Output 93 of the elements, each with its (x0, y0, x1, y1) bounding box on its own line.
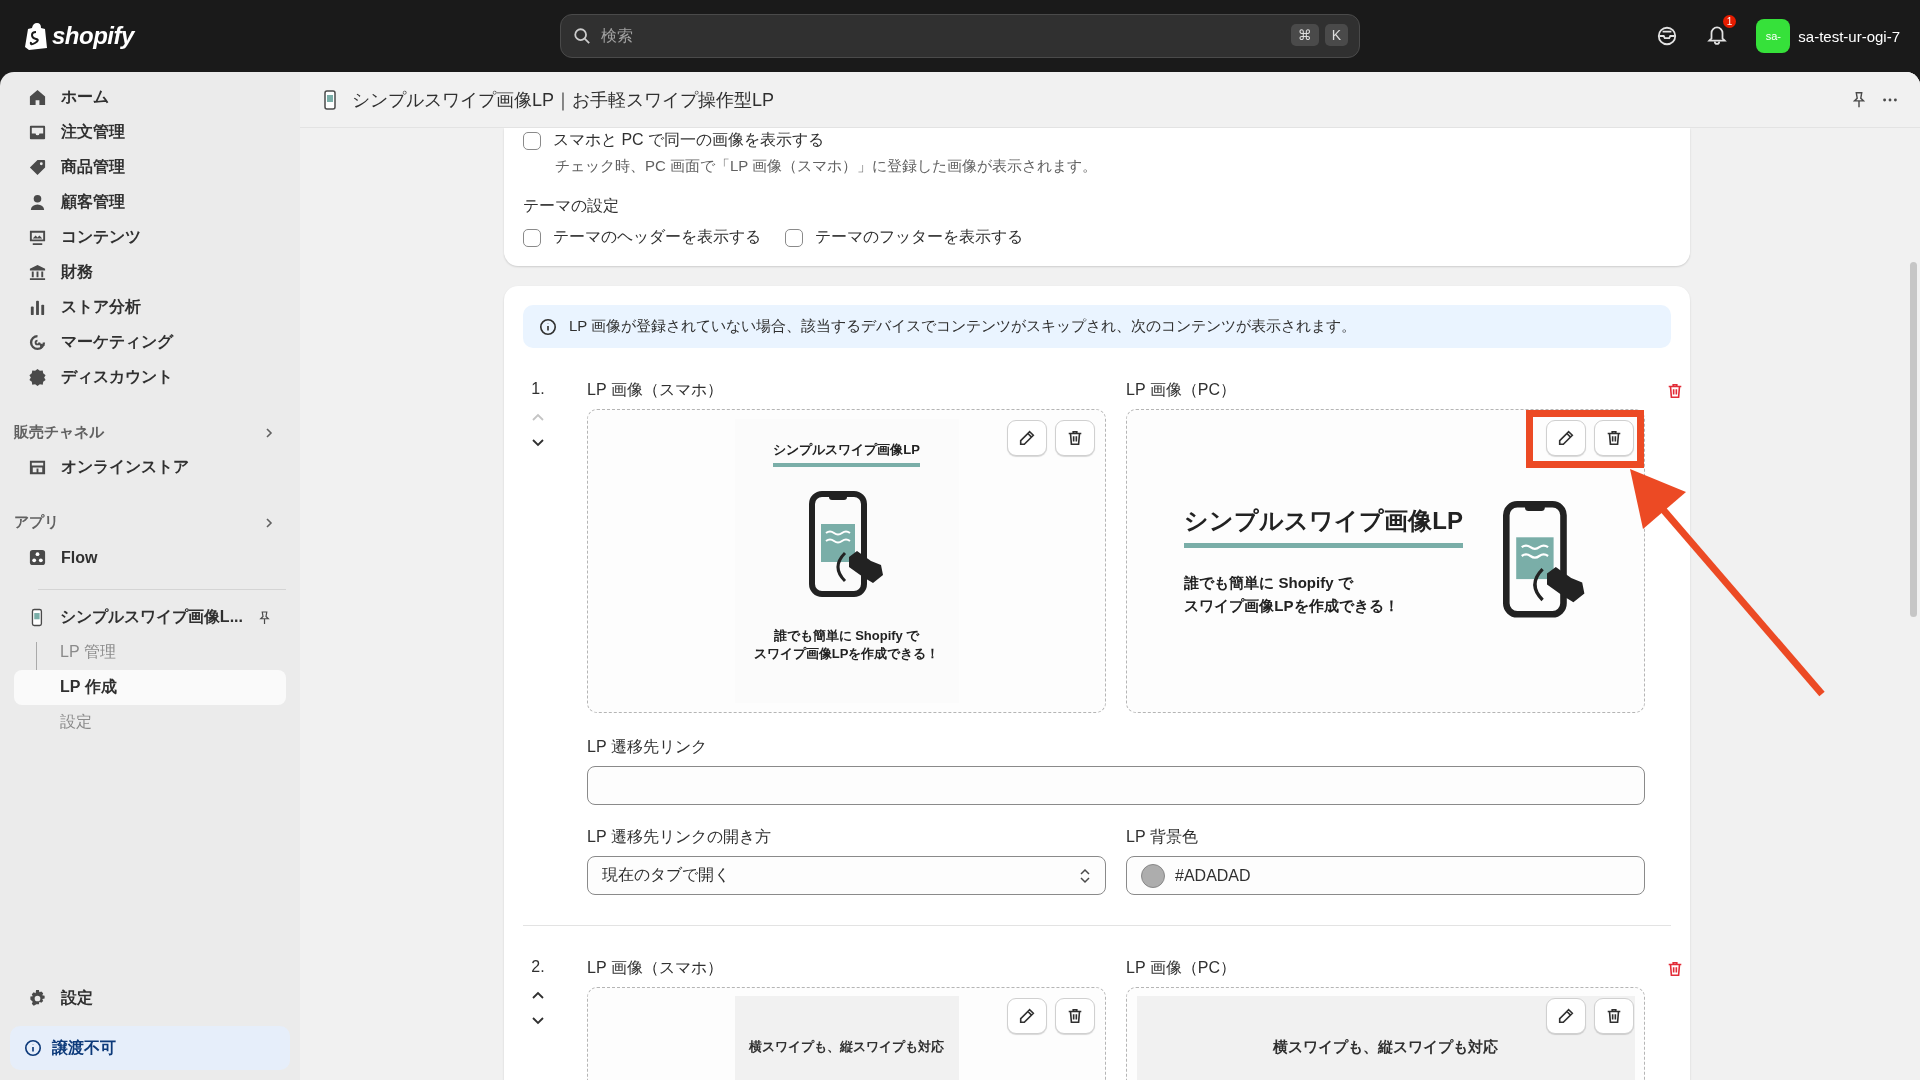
discount-icon (28, 368, 47, 387)
info-icon (24, 1039, 42, 1057)
sidebar-item[interactable]: 商品管理 (14, 150, 286, 185)
content-icon (28, 228, 47, 247)
edit-button[interactable] (1007, 420, 1047, 456)
field-label: LP 画像（スマホ） (587, 380, 724, 400)
link-field[interactable] (587, 766, 1645, 805)
help-text: チェック時、PC 画面で「LP 画像（スマホ）」に登録した画像が表示されます。 (555, 157, 1099, 176)
sidebar-item[interactable]: 財務 (14, 255, 286, 290)
checkbox-option[interactable]: テーマのフッターを表示する (785, 227, 1023, 248)
checkbox[interactable] (523, 131, 541, 150)
field-label: LP 画像（スマホ） (587, 958, 724, 978)
sidebar-item[interactable]: ストア分析 (14, 290, 286, 325)
scrollbar[interactable] (1910, 262, 1917, 617)
image-caption: 誰でも簡単に Shopify で スワイプ画像LPを作成できる！ (1184, 573, 1399, 616)
store-icon (28, 458, 47, 477)
trash-icon (1066, 429, 1084, 447)
image-dropzone[interactable]: シンプルスワイプ画像LP 誰でも簡単に Shopify で スワイプ画像LPを作成できる！ (1126, 409, 1645, 713)
entry-number: 2. (531, 958, 545, 976)
image-dropzone[interactable]: 横スワイプも、縦スワイプも対応 (587, 987, 1106, 1080)
shortcut-key: ⌘ (1290, 24, 1319, 46)
pencil-icon (1018, 1007, 1036, 1025)
logo[interactable]: shopify (52, 22, 134, 50)
notification-badge: 1 (1722, 15, 1737, 28)
delete-button[interactable] (1594, 420, 1634, 456)
flow-icon (28, 548, 47, 567)
field-label: LP 遷移先リンクの開き方 (587, 827, 772, 847)
target-icon (28, 333, 47, 352)
transfer-notice[interactable]: 譲渡不可 (10, 1026, 290, 1070)
trash-icon (1666, 382, 1684, 400)
trash-icon (1605, 1007, 1623, 1025)
image-dropzone[interactable]: 横スワイプも、縦スワイプも対応 (1126, 987, 1645, 1080)
field-label: LP 遷移先リンク (587, 737, 708, 757)
field-label: LP 画像（PC） (1126, 380, 1237, 400)
image-title: シンプルスワイプ画像LP (1184, 505, 1464, 548)
sidebar-item[interactable]: ホーム (14, 80, 286, 115)
section-title[interactable]: アプリ (14, 513, 59, 532)
image-caption: 誰でも簡単に Shopify で スワイプ画像LPを作成できる！ (753, 627, 940, 664)
tag-icon (28, 158, 47, 177)
entry-number: 1. (531, 380, 545, 398)
pin-icon[interactable] (1850, 90, 1868, 109)
search-icon (573, 27, 591, 45)
sidebar-item[interactable]: マーケティング (14, 325, 286, 360)
page-title: シンプルスワイプ画像LP｜お手軽スワイプ操作型LP (352, 88, 776, 112)
sidebar-item[interactable]: Flow (14, 540, 286, 575)
edit-button[interactable] (1546, 998, 1586, 1034)
sidebar-item[interactable]: 注文管理 (14, 115, 286, 150)
sidebar-item[interactable]: 顧客管理 (14, 185, 286, 220)
delete-button[interactable] (1055, 998, 1095, 1034)
image-title: 横スワイプも、縦スワイプも対応 (749, 1038, 944, 1056)
image-title: シンプルスワイプ画像LP (773, 441, 920, 467)
sidebar-item[interactable]: 設定 (14, 981, 286, 1016)
delete-button[interactable] (1594, 998, 1634, 1034)
pencil-icon (1557, 429, 1575, 447)
bank-icon (28, 263, 47, 282)
trash-icon (1666, 960, 1684, 978)
pencil-icon (1557, 1007, 1575, 1025)
color-field[interactable]: #ADADAD (1126, 856, 1645, 895)
trash-icon (1605, 429, 1623, 447)
edit-button[interactable] (1007, 998, 1047, 1034)
checkbox[interactable] (785, 228, 803, 247)
edit-button[interactable] (1546, 420, 1586, 456)
person-icon (28, 193, 47, 212)
section-heading: テーマの設定 (523, 196, 620, 216)
chart-icon (28, 298, 47, 317)
inbox-icon[interactable] (1656, 25, 1679, 47)
home-icon (28, 88, 47, 107)
image-dropzone[interactable]: シンプルスワイプ画像LP 誰でも簡単に Shopify で スワイプ画像LPを作成できる！ (587, 409, 1106, 713)
delete-button[interactable] (1055, 420, 1095, 456)
sidebar-item[interactable]: ディスカウント (14, 360, 286, 395)
updown-icon (1079, 867, 1091, 884)
store-name[interactable]: sa-test-ur-ogi-7 (1798, 27, 1900, 45)
image-title: 横スワイプも、縦スワイプも対応 (1273, 1038, 1498, 1057)
checkbox[interactable] (523, 228, 541, 247)
open-mode-select[interactable]: 現在のタブで開く (587, 856, 1106, 895)
pencil-icon (1018, 429, 1036, 447)
field-label: LP 背景色 (1126, 827, 1199, 847)
section-title[interactable]: 販売チャネル (14, 423, 104, 442)
checkbox-option[interactable]: スマホと PC で同一の画像を表示する (523, 130, 1671, 151)
color-swatch[interactable] (1141, 863, 1165, 888)
field-label: LP 画像（PC） (1126, 958, 1237, 978)
sidebar-subitem[interactable]: LP 作成 (14, 670, 286, 705)
sidebar-item[interactable]: コンテンツ (14, 220, 286, 255)
sidebar-item[interactable]: オンラインストア (14, 450, 286, 485)
info-text: LP 画像が登録されていない場合、該当するデバイスでコンテンツがスキップされ、次のコンテンツが表示されます。 (569, 317, 1357, 336)
inbox-icon (28, 123, 47, 142)
shortcut-key: K (1324, 24, 1348, 46)
gear-icon (28, 989, 47, 1008)
shopping-bag-icon (24, 22, 48, 50)
info-icon (539, 317, 557, 336)
checkbox-option[interactable]: テーマのヘッダーを表示する (523, 227, 761, 248)
sidebar-item[interactable]: シンプルスワイプ画像L... (59, 607, 243, 628)
trash-icon (1066, 1007, 1084, 1025)
